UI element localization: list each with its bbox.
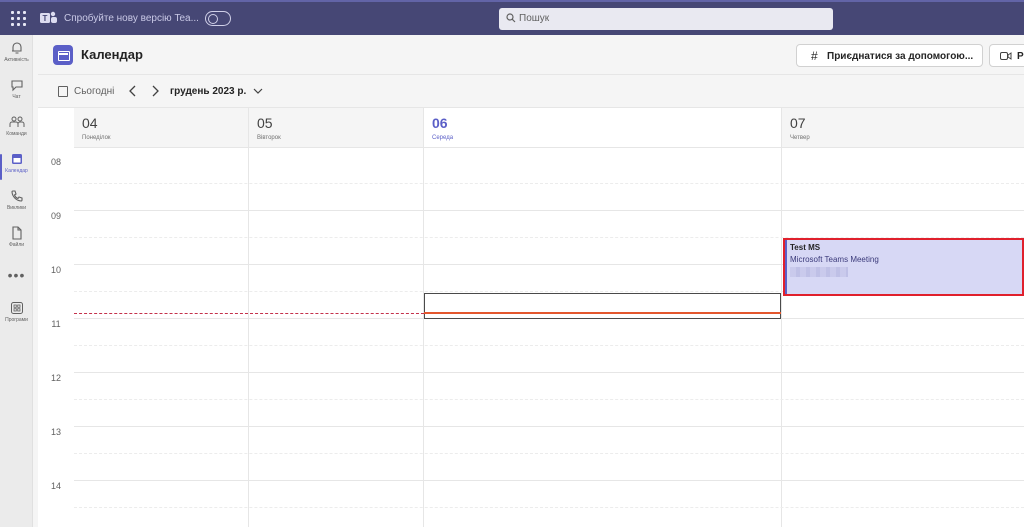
teams-icon <box>9 116 24 127</box>
rail-label-calls: Виклики <box>6 205 27 211</box>
rail-label-apps: Програми <box>5 317 28 323</box>
search-input[interactable]: Пошук <box>499 8 833 30</box>
calendar-header: Календар # Приєднатися за допомогою... Р <box>38 35 1024 75</box>
day-column-mon[interactable] <box>74 148 249 527</box>
day-column-thu[interactable] <box>782 148 1024 527</box>
day-number: 05 <box>257 115 273 131</box>
chevron-right-icon[interactable] <box>148 84 162 98</box>
search-placeholder: Пошук <box>519 13 550 24</box>
current-time-indicator <box>424 312 781 314</box>
hash-icon: # <box>811 49 818 63</box>
join-with-id-button[interactable]: # Приєднатися за допомогою... <box>796 44 983 67</box>
hour-line <box>74 426 1024 427</box>
half-hour-line <box>74 345 1024 346</box>
half-hour-line <box>74 183 1024 184</box>
hour-label: 14 <box>50 481 61 491</box>
app-launcher-icon[interactable] <box>8 8 26 26</box>
rail-item-apps[interactable]: Програми <box>0 301 33 337</box>
rail-item-calls[interactable]: Виклики <box>0 189 33 225</box>
day-name: Вівторок <box>257 135 281 141</box>
rail-item-activity[interactable]: Активність <box>0 41 33 77</box>
half-hour-line <box>74 453 1024 454</box>
page-title: Календар <box>81 47 143 62</box>
rail-item-teams[interactable]: Команди <box>0 115 33 151</box>
svg-text:T: T <box>43 14 48 23</box>
file-icon <box>11 226 22 240</box>
day-number: 04 <box>82 115 98 131</box>
event-title: Test MS <box>790 243 821 252</box>
left-rail: Активність Чат Команди Календар Виклики … <box>0 35 33 527</box>
hour-line <box>74 372 1024 373</box>
day-header-tue[interactable]: 05 Вівторок <box>249 108 424 148</box>
current-time-line <box>74 313 424 314</box>
search-icon <box>506 13 516 23</box>
day-number: 07 <box>790 115 806 131</box>
week-view: 04 Понеділок 05 Вівторок 06 Середа 07 Че… <box>38 108 1024 527</box>
day-name: Середа <box>432 135 454 141</box>
day-column-wed[interactable] <box>424 148 782 527</box>
hour-line <box>74 210 1024 211</box>
hour-label: 12 <box>50 373 61 383</box>
rail-label-chat: Чат <box>12 94 21 100</box>
half-hour-line <box>74 399 1024 400</box>
top-bar: T Спробуйте нову версію Tea... Пошук <box>0 0 1024 35</box>
bell-icon <box>11 42 22 54</box>
day-header-wed[interactable]: 06 Середа <box>424 108 782 148</box>
calendar-toolbar: Сьогодні грудень 2023 р. <box>38 76 1024 108</box>
today-icon[interactable] <box>58 86 68 97</box>
meet-button-label: Р <box>1017 51 1024 62</box>
day-number: 06 <box>432 115 448 131</box>
day-header-mon[interactable]: 04 Понеділок <box>74 108 249 148</box>
hour-line <box>74 480 1024 481</box>
rail-label-calendar: Календар <box>5 168 28 174</box>
event-organizer-redacted <box>790 267 848 277</box>
meet-now-button[interactable]: Р <box>989 44 1024 67</box>
video-camera-icon <box>1000 52 1012 60</box>
hour-label: 11 <box>51 319 61 329</box>
hour-label: 10 <box>50 265 61 275</box>
join-button-label: Приєднатися за допомогою... <box>827 51 974 62</box>
month-label[interactable]: грудень 2023 р. <box>170 86 246 97</box>
chevron-left-icon[interactable] <box>126 84 140 98</box>
rail-label-teams: Команди <box>6 131 27 137</box>
today-button[interactable]: Сьогодні <box>74 86 114 97</box>
day-name: Четвер <box>790 135 810 141</box>
hour-label: 08 <box>50 157 61 167</box>
day-header-thu[interactable]: 07 Четвер <box>782 108 1024 148</box>
try-new-teams-text: Спробуйте нову версію Tea... <box>64 13 199 24</box>
calendar-app-icon <box>53 45 73 65</box>
calendar-icon <box>11 154 22 164</box>
calendar-event[interactable]: Test MS Microsoft Teams Meeting <box>783 238 1024 296</box>
new-teams-toggle[interactable] <box>205 11 231 26</box>
chat-icon <box>10 80 23 92</box>
day-column-tue[interactable] <box>249 148 424 527</box>
event-subtitle: Microsoft Teams Meeting <box>790 255 879 264</box>
selected-time-slot[interactable] <box>424 293 781 319</box>
time-gutter <box>38 108 74 527</box>
hour-label: 09 <box>50 211 61 221</box>
phone-icon <box>10 190 23 202</box>
teams-logo-icon: T <box>40 11 57 23</box>
rail-label-files: Файли <box>8 242 25 248</box>
day-name: Понеділок <box>82 135 111 141</box>
hour-label: 13 <box>50 427 61 437</box>
rail-item-files[interactable]: Файли <box>0 226 33 262</box>
rail-label-activity: Активність <box>4 57 29 63</box>
more-apps-icon[interactable]: ••• <box>0 267 33 283</box>
chevron-down-icon[interactable] <box>252 85 264 97</box>
apps-icon <box>10 302 23 314</box>
rail-item-chat[interactable]: Чат <box>0 78 33 114</box>
half-hour-line <box>74 507 1024 508</box>
rail-item-calendar[interactable]: Календар <box>0 152 33 188</box>
